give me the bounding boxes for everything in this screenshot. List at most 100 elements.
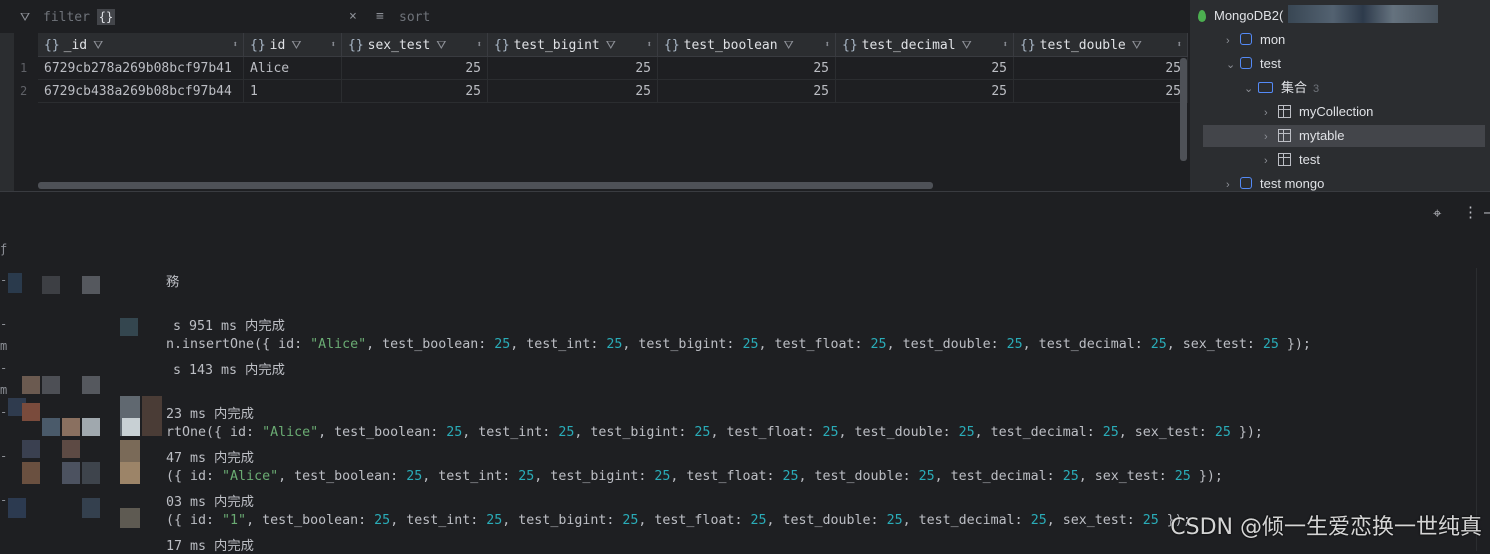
tree-item-collections[interactable]: ⌄ 集合 3 xyxy=(1244,77,1319,99)
table-cell[interactable]: Alice xyxy=(244,57,342,80)
collection-count: 3 xyxy=(1313,83,1320,95)
console-gutter-mark: - xyxy=(0,361,8,375)
sort-icon[interactable]: ≡ xyxy=(376,9,384,24)
column-header-6[interactable]: {} test_double ⛛ ⬍ xyxy=(1014,33,1188,57)
table-cell[interactable]: 25 xyxy=(658,80,836,103)
tree-item-test-mongo[interactable]: › test mongo xyxy=(1226,173,1324,191)
csdn-watermark: CSDN @倾一生爱恋换一世纯真 xyxy=(1170,515,1482,540)
column-filter-icon[interactable]: ⛛ xyxy=(291,38,301,52)
redacted-block xyxy=(42,418,60,436)
column-filter-icon[interactable]: ⛛ xyxy=(1132,38,1142,52)
table-cell[interactable]: 25 xyxy=(836,80,1014,103)
row-number: 2 xyxy=(20,84,28,98)
tree-item-test-db[interactable]: ⌄ test xyxy=(1226,53,1281,75)
tree-item-test-collection[interactable]: › test xyxy=(1264,149,1320,171)
field-type-icon: {} xyxy=(1020,38,1036,53)
more-icon[interactable]: ⋮ xyxy=(1463,203,1478,221)
table-cell[interactable]: 25 xyxy=(342,80,488,103)
column-header-label: test_boolean xyxy=(683,38,778,53)
redacted-block xyxy=(42,376,60,394)
table-icon xyxy=(1278,129,1291,142)
tree-item-mon[interactable]: › mon xyxy=(1226,29,1285,51)
chevron-down-icon[interactable]: ⌄ xyxy=(1226,54,1240,76)
tree-item-label: mon xyxy=(1260,32,1286,47)
column-header-4[interactable]: {} test_boolean ⛛ ⬍ xyxy=(658,33,836,57)
table-cell[interactable]: 1 xyxy=(244,80,342,103)
table-cell[interactable]: 25 xyxy=(488,57,658,80)
console-line: 務 xyxy=(166,275,180,290)
sort-arrows-icon[interactable]: ⬍ xyxy=(1003,33,1008,56)
console-gutter-mark: - xyxy=(0,449,8,463)
table-cell[interactable]: 6729cb278a269b08bcf97b41 xyxy=(38,57,244,80)
minimize-icon[interactable]: – xyxy=(1484,203,1490,221)
sort-input[interactable]: sort xyxy=(399,10,430,25)
filter-braces-button[interactable]: {} xyxy=(97,9,115,25)
vertical-scrollbar[interactable] xyxy=(1180,58,1187,161)
horizontal-scrollbar[interactable] xyxy=(38,182,933,189)
tree-item-mycollection[interactable]: › myCollection xyxy=(1264,101,1373,123)
redacted-block xyxy=(82,418,100,436)
table-cell[interactable]: 25 xyxy=(488,80,658,103)
console-tab-bar: ƒ xyxy=(0,234,1490,269)
sort-arrows-icon[interactable]: ⬍ xyxy=(825,33,830,56)
console-gutter-mark: m xyxy=(0,339,8,353)
sort-arrows-icon[interactable]: ⬍ xyxy=(477,33,482,56)
tree-item-label: mytable xyxy=(1299,128,1345,143)
table-icon xyxy=(1278,105,1291,118)
tree-item-label: 集合 xyxy=(1281,80,1308,95)
redacted-block xyxy=(22,376,40,394)
redacted-block xyxy=(62,462,80,484)
column-header-label: id xyxy=(269,38,286,53)
redacted-block xyxy=(82,462,100,484)
chevron-right-icon[interactable]: › xyxy=(1226,30,1240,52)
table-cell[interactable]: 25 xyxy=(836,57,1014,80)
redacted-connection-name xyxy=(1288,5,1438,23)
tree-item-label: myCollection xyxy=(1299,104,1374,119)
clear-icon[interactable]: × xyxy=(349,9,357,24)
tree-root-connection[interactable]: MongoDB2( xyxy=(1198,5,1283,27)
column-header-2[interactable]: {} sex_test ⛛ ⬍ xyxy=(342,33,488,57)
table-cell[interactable]: 25 xyxy=(1014,80,1188,103)
column-filter-icon[interactable]: ⛛ xyxy=(93,38,103,52)
redacted-block xyxy=(22,462,40,484)
services-toolbar: ⌖ ⋮ – xyxy=(0,191,1490,235)
column-header-5[interactable]: {} test_decimal ⛛ ⬍ xyxy=(836,33,1014,57)
tree-root-label: MongoDB2( xyxy=(1214,8,1284,23)
sort-arrows-icon[interactable]: ⬍ xyxy=(233,33,238,56)
field-type-icon: {} xyxy=(842,38,858,53)
redacted-block xyxy=(142,396,162,436)
table-cell[interactable]: 25 xyxy=(658,57,836,80)
table-cell[interactable]: 6729cb438a269b08bcf97b44 xyxy=(38,80,244,103)
crosshair-icon[interactable]: ⌖ xyxy=(1433,204,1441,222)
tree-item-label: test xyxy=(1260,56,1281,71)
filter-input[interactable]: filter xyxy=(43,10,90,25)
console-gutter-mark: - xyxy=(0,273,8,287)
field-type-icon: {} xyxy=(44,38,60,53)
column-filter-icon[interactable]: ⛛ xyxy=(436,38,446,52)
chevron-right-icon[interactable]: › xyxy=(1264,126,1278,148)
sort-arrows-icon[interactable]: ⬍ xyxy=(331,33,336,56)
chevron-right-icon[interactable]: › xyxy=(1264,102,1278,124)
column-filter-icon[interactable]: ⛛ xyxy=(606,38,616,52)
table-cell[interactable]: 25 xyxy=(342,57,488,80)
column-header-1[interactable]: {} id ⛛ ⬍ xyxy=(244,33,342,57)
tree-item-mytable[interactable]: › mytable xyxy=(1203,125,1485,147)
column-header-0[interactable]: {} _id ⛛ ⬍ xyxy=(38,33,244,57)
column-filter-icon[interactable]: ⛛ xyxy=(962,38,972,52)
sort-arrows-icon[interactable]: ⬍ xyxy=(1177,33,1182,56)
chevron-right-icon[interactable]: › xyxy=(1264,150,1278,172)
mongodb-leaf-icon xyxy=(1198,10,1206,22)
redacted-block xyxy=(62,440,80,458)
filter-icon[interactable]: ⛛ xyxy=(20,10,30,25)
sort-arrows-icon[interactable]: ⬍ xyxy=(647,33,652,56)
redacted-block xyxy=(8,498,26,518)
results-grid: {} _id ⛛ ⬍{} id ⛛ ⬍{} sex_test ⛛ ⬍{} test_bigint ⛛ ⬍… xyxy=(0,33,1188,191)
chevron-right-icon[interactable]: › xyxy=(1226,174,1240,191)
console-gutter-mark: - xyxy=(0,317,8,331)
table-cell[interactable]: 25 xyxy=(1014,57,1188,80)
console-line: s 143 ms 内完成 xyxy=(173,363,285,378)
column-filter-icon[interactable]: ⛛ xyxy=(784,38,794,52)
column-header-3[interactable]: {} test_bigint ⛛ ⬍ xyxy=(488,33,658,57)
console-line: 17 ms 内完成 xyxy=(166,539,254,554)
chevron-down-icon[interactable]: ⌄ xyxy=(1244,78,1258,100)
